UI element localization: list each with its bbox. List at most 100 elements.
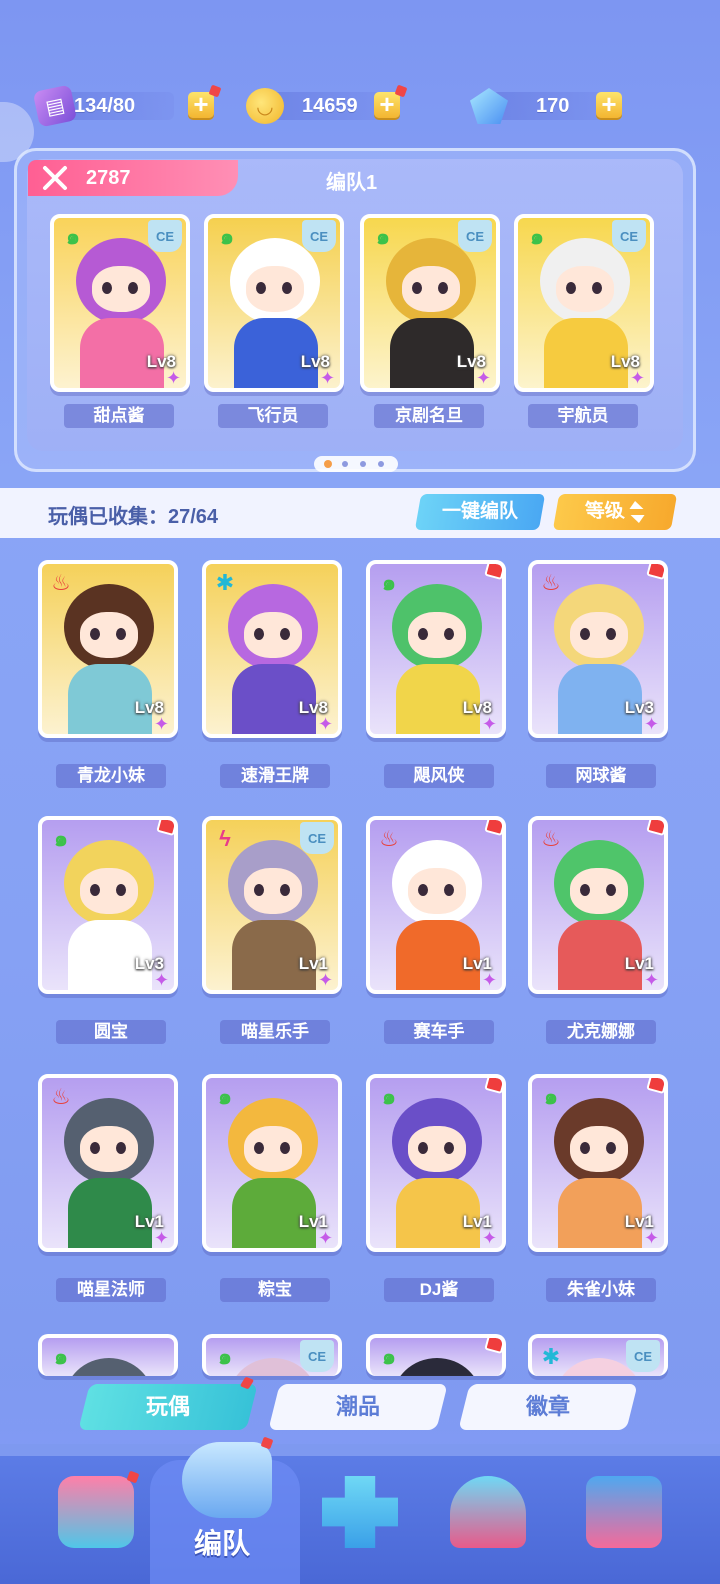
sparkle-star-icon: ✦ (318, 714, 334, 734)
figure-face (408, 612, 466, 658)
doll-card[interactable]: ✱ CE (528, 1334, 668, 1376)
gift-machine-icon[interactable] (586, 1476, 662, 1548)
figure-face (570, 612, 628, 658)
doll-card[interactable]: ๑ CE (202, 1334, 342, 1376)
figure-eye (412, 282, 422, 294)
fire-element-icon: ♨ (51, 570, 71, 595)
tab-trend-items[interactable]: 潮品 (268, 1384, 448, 1430)
swirl-element-icon: ๑ (54, 1344, 68, 1369)
gift-notification-icon (484, 1338, 502, 1355)
doll-card[interactable]: ๑ Lv8 ✦ (366, 560, 506, 738)
team-member-card[interactable]: ๑ CE Lv8 ✦ (514, 214, 654, 392)
doll-card[interactable]: ✱ Lv8 ✦ (202, 560, 342, 738)
figure-face (244, 868, 302, 914)
swirl-element-icon: ๑ (382, 1084, 396, 1109)
snow-element-icon: ✱ (215, 570, 235, 595)
sparkle-star-icon: ✦ (482, 1228, 498, 1248)
figure-eye (418, 628, 428, 640)
doll-card[interactable]: ♨ Lv1 ✦ (366, 816, 506, 994)
doll-card[interactable]: ๑ Lv3 ✦ (38, 816, 178, 994)
ce-badge-icon: CE (148, 220, 182, 252)
home-icon[interactable] (58, 1470, 140, 1548)
figure-eye (254, 628, 264, 640)
figure-eye (116, 1142, 126, 1154)
figure-eye (90, 628, 100, 640)
figure-face (246, 266, 304, 312)
whistle-icon[interactable] (182, 1436, 274, 1518)
coin-currency: ◡ 14659 + (246, 84, 408, 124)
figure-eye (580, 1142, 590, 1154)
add-gems-button[interactable]: + (596, 91, 622, 118)
ticket-value: 134/80 (74, 95, 136, 117)
swirl-element-icon: ๑ (54, 826, 68, 851)
doll-card[interactable]: ♨ Lv1 ✦ (528, 816, 668, 994)
figure-eye (566, 282, 576, 294)
doll-card[interactable]: ๑ (366, 1334, 506, 1376)
swirl-element-icon: ๑ (220, 224, 234, 249)
team-name: 编队1 (326, 172, 378, 194)
doll-card[interactable]: ♨ Lv8 ✦ (38, 560, 178, 738)
trophy-icon[interactable] (450, 1476, 526, 1548)
ticket-icon: ▤ (32, 84, 78, 128)
sparkle-star-icon: ✦ (320, 368, 336, 388)
gift-notification-icon (646, 564, 664, 581)
swirl-element-icon: ๑ (544, 1084, 558, 1109)
sort-level-button[interactable]: 等级 (552, 494, 678, 530)
team-member-card[interactable]: ๑ CE Lv8 ✦ (50, 214, 190, 392)
doll-name: 粽宝 (220, 1278, 330, 1302)
figure-eye (438, 282, 448, 294)
figure-eye (128, 282, 138, 294)
doll-card[interactable]: ๑ Lv1 ✦ (366, 1074, 506, 1252)
figure-eye (606, 1142, 616, 1154)
figure-eye (116, 884, 126, 896)
team-member-name: 京剧名旦 (374, 404, 484, 428)
figure-eye (280, 628, 290, 640)
sparkle-star-icon: ✦ (482, 714, 498, 734)
figure-eye (444, 1142, 454, 1154)
sparkle-star-icon: ✦ (154, 714, 170, 734)
doll-name: 朱雀小妹 (546, 1278, 656, 1302)
doll-card[interactable]: ♨ Lv1 ✦ (38, 1074, 178, 1252)
doll-card[interactable]: ๑ (38, 1334, 178, 1376)
swirl-element-icon: ๑ (382, 1344, 396, 1369)
figure-face (408, 1126, 466, 1172)
doll-name: 尤克娜娜 (546, 1020, 656, 1044)
doll-name: 速滑王牌 (220, 764, 330, 788)
doll-name: 圆宝 (56, 1020, 166, 1044)
gem-currency: 170 + (470, 88, 630, 124)
figure-eye (282, 282, 292, 294)
doll-name: 飓风侠 (384, 764, 494, 788)
figure-face (92, 266, 150, 312)
fire-element-icon: ♨ (541, 570, 561, 595)
doll-card[interactable]: ๑ Lv1 ✦ (528, 1074, 668, 1252)
gift-notification-icon (484, 820, 502, 837)
tab-dolls[interactable]: 玩偶 (78, 1376, 258, 1430)
figure-eye (254, 1142, 264, 1154)
doll-card[interactable]: ๑ Lv1 ✦ (202, 1074, 342, 1252)
add-coins-button[interactable]: + (374, 84, 408, 118)
figure-eye (254, 884, 264, 896)
coin-icon: ◡ (246, 88, 284, 124)
doll-name: DJ酱 (384, 1278, 494, 1302)
doll-card[interactable]: ♨ Lv3 ✦ (528, 560, 668, 738)
auto-team-button[interactable]: 一键编队 (414, 494, 546, 530)
figure-face (556, 266, 614, 312)
ce-badge-icon: CE (626, 1340, 660, 1372)
ce-badge-icon: CE (458, 220, 492, 252)
team-member-card[interactable]: ๑ CE Lv8 ✦ (204, 214, 344, 392)
team-member-name: 甜点酱 (64, 404, 174, 428)
figure-eye (116, 628, 126, 640)
sparkle-star-icon: ✦ (154, 1228, 170, 1248)
figure-eye (102, 282, 112, 294)
sparkle-star-icon: ✦ (318, 970, 334, 990)
figure-eye (90, 884, 100, 896)
doll-card[interactable]: ϟ CE Lv1 ✦ (202, 816, 342, 994)
add-tickets-button[interactable]: + (188, 84, 222, 118)
figure-eye (418, 1142, 428, 1154)
crossed-swords-icon (42, 165, 68, 191)
fire-element-icon: ♨ (541, 826, 561, 851)
tab-badges[interactable]: 徽章 (458, 1384, 638, 1430)
figure-face (570, 1126, 628, 1172)
team-member-card[interactable]: ๑ CE Lv8 ✦ (360, 214, 500, 392)
figure-eye (90, 1142, 100, 1154)
